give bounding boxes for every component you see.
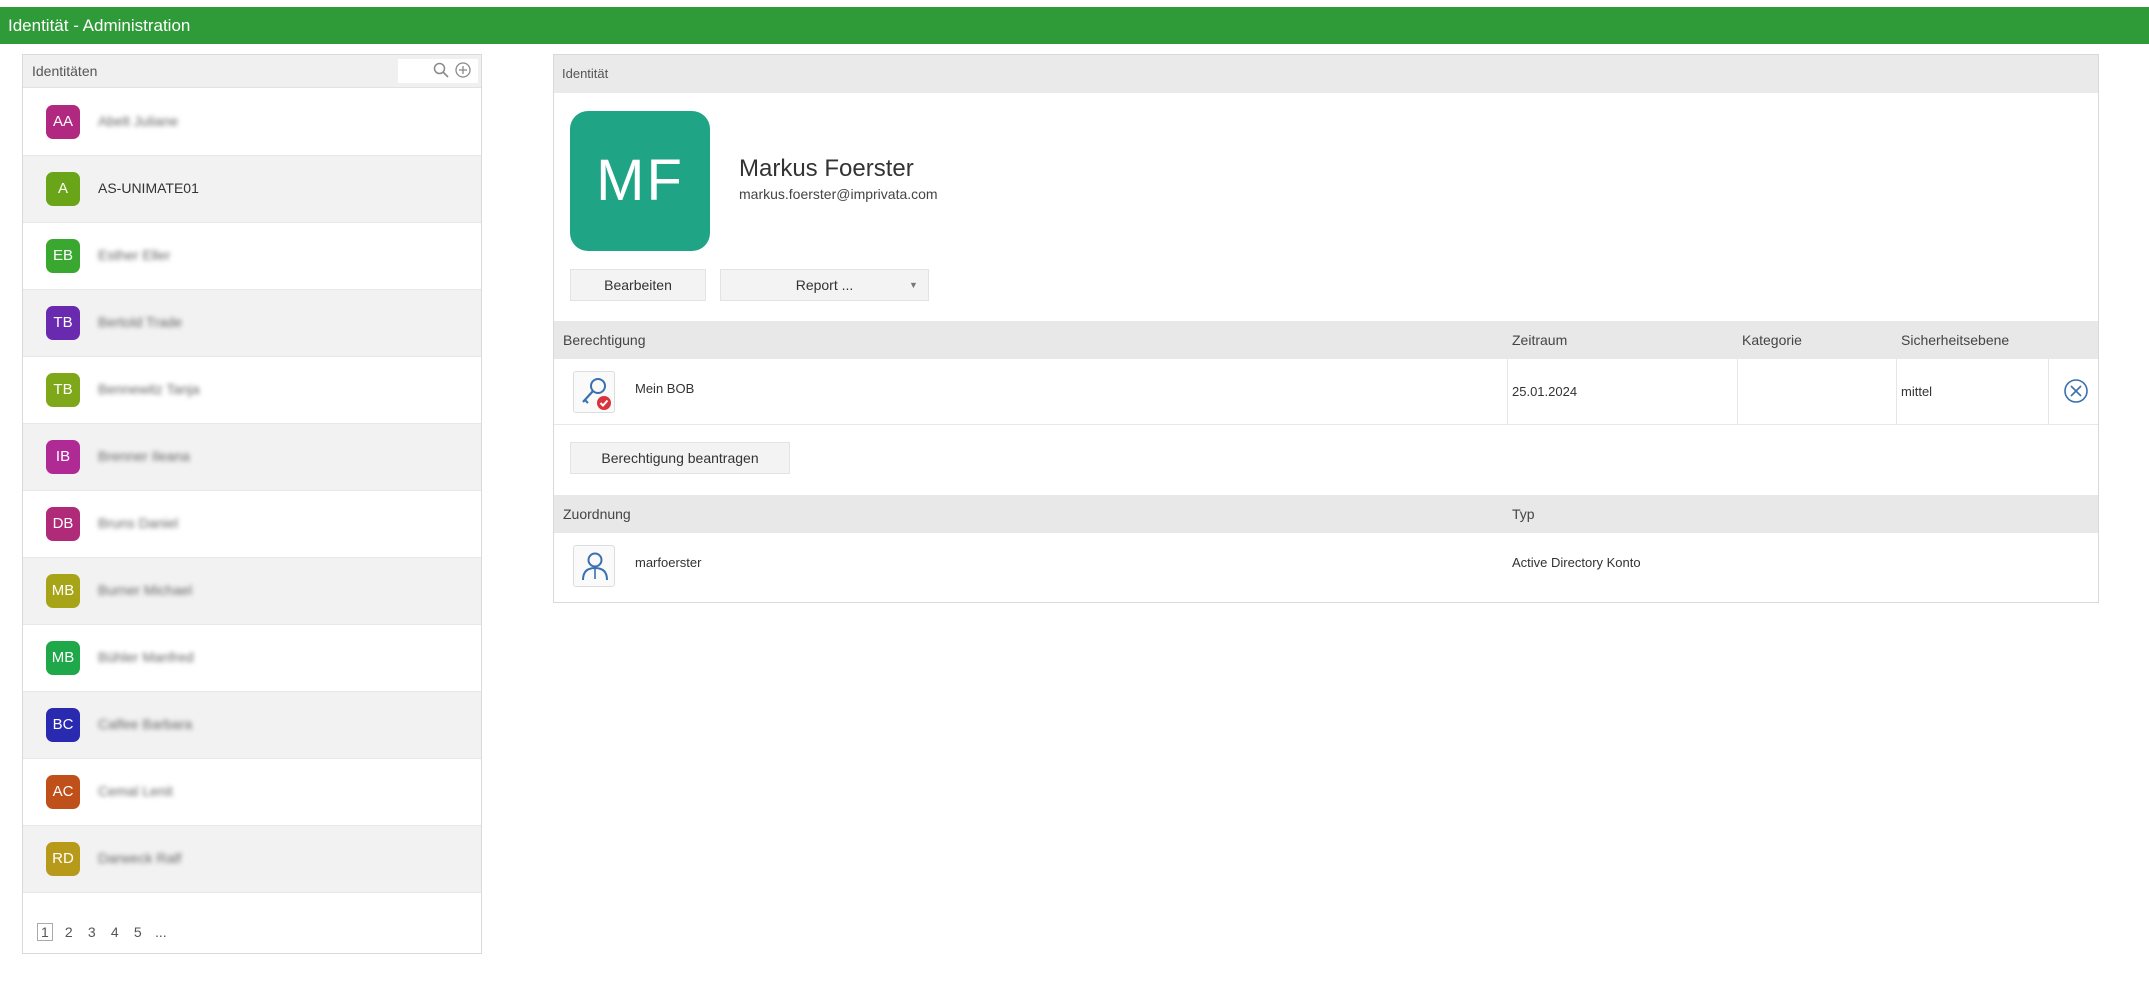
col-period: Zeitraum — [1512, 332, 1568, 348]
identity-list-name: Esther Eller — [98, 247, 171, 263]
avatar: AC — [46, 775, 80, 809]
identity-list-name: Darweck Ralf — [98, 850, 182, 866]
permission-name: Mein BOB — [635, 381, 695, 396]
identity-list-name: Bühler Manfred — [98, 649, 194, 665]
assignments-header: Zuordnung Typ — [554, 495, 2098, 533]
report-dropdown[interactable]: Report ... ▼ — [720, 269, 929, 301]
identity-list-name: Cemal Lenit — [98, 783, 173, 799]
table-row[interactable]: Mein BOB 25.01.2024 mittel — [554, 359, 2098, 425]
assignment-type: Active Directory Konto — [1512, 555, 1641, 570]
edit-button[interactable]: Bearbeiten — [570, 269, 706, 301]
identities-list: AA Abelt Juliane A AS-UNIMATE01 EB Esther Ell… — [23, 89, 481, 893]
list-item[interactable]: DB Bruns Daniel — [23, 491, 481, 558]
avatar: RD — [46, 842, 80, 876]
identity-list-name: Burner Michael — [98, 582, 193, 598]
page-link[interactable]: ... — [154, 924, 168, 940]
identity-list-name: Brenner Ileana — [98, 448, 190, 464]
list-item[interactable]: AA Abelt Juliane — [23, 89, 481, 156]
avatar: MB — [46, 641, 80, 675]
list-item[interactable]: MB Burner Michael — [23, 558, 481, 625]
identity-name: Markus Foerster — [739, 155, 914, 182]
table-row[interactable]: marfoerster Active Directory Konto — [554, 533, 2098, 599]
identity-list-name: Abelt Juliane — [98, 113, 179, 129]
identity-list-name: Bruns Daniel — [98, 515, 179, 531]
avatar: IB — [46, 440, 80, 474]
permission-level: mittel — [1901, 384, 1933, 399]
avatar: DB — [46, 507, 80, 541]
identity-list-name: Bertold Trade — [98, 314, 183, 330]
chevron-down-icon: ▼ — [909, 280, 918, 290]
col-category: Kategorie — [1742, 332, 1802, 348]
assignment-name: marfoerster — [635, 555, 702, 570]
avatar: BC — [46, 708, 80, 742]
identity-panel: Identität MF Markus Foerster markus.foer… — [553, 54, 2099, 603]
identities-panel: Identitäten AA Abelt Juliane A AS-UNIMATE01… — [22, 54, 482, 954]
col-security-level: Sicherheitsebene — [1901, 332, 2010, 348]
list-item[interactable]: BC Calfee Barbara — [23, 692, 481, 759]
col-assignment: Zuordnung — [563, 506, 631, 522]
add-circle-icon[interactable] — [454, 61, 472, 79]
page-link[interactable]: 1 — [37, 923, 53, 941]
col-permission: Berechtigung — [563, 332, 646, 348]
remove-icon[interactable] — [2062, 377, 2090, 405]
identity-list-name: Calfee Barbara — [98, 716, 193, 732]
identity-list-name: Bennewitz Tanja — [98, 381, 200, 397]
window-title: Identität - Administration — [0, 7, 2149, 44]
permission-period: 25.01.2024 — [1512, 384, 1578, 399]
list-item[interactable]: EB Esther Eller — [23, 223, 481, 290]
search-icon[interactable] — [432, 61, 450, 79]
identities-title: Identitäten — [32, 63, 98, 79]
list-item[interactable]: MB Bühler Manfred — [23, 625, 481, 692]
permissions-header: Berechtigung Zeitraum Kategorie Sicherhe… — [554, 321, 2098, 359]
column-divider — [1737, 359, 1738, 425]
avatar: MF — [570, 111, 710, 251]
col-type: Typ — [1512, 506, 1535, 522]
column-divider — [1507, 359, 1508, 425]
list-item[interactable]: A AS-UNIMATE01 — [23, 156, 481, 223]
list-item[interactable]: RD Darweck Ralf — [23, 826, 481, 893]
avatar: AA — [46, 105, 80, 139]
column-divider — [2048, 359, 2049, 425]
identity-header: Identität — [554, 55, 2098, 93]
list-item[interactable]: TB Bennewitz Tanja — [23, 357, 481, 424]
avatar: TB — [46, 306, 80, 340]
request-permission-button[interactable]: Berechtigung beantragen — [570, 442, 790, 474]
pagination: 1 2 3 4 5... — [37, 923, 177, 941]
identity-list-name: AS-UNIMATE01 — [98, 180, 199, 196]
page-link[interactable]: 4 — [108, 924, 122, 940]
user-account-icon — [573, 545, 615, 587]
avatar: MB — [46, 574, 80, 608]
avatar: EB — [46, 239, 80, 273]
list-item[interactable]: TB Bertold Trade — [23, 290, 481, 357]
key-check-icon — [573, 371, 615, 413]
avatar: TB — [46, 373, 80, 407]
report-label: Report ... — [795, 277, 854, 293]
list-item[interactable]: IB Brenner Ileana — [23, 424, 481, 491]
identities-header: Identitäten — [23, 55, 481, 88]
page-link[interactable]: 3 — [85, 924, 99, 940]
page-link[interactable]: 5 — [131, 924, 145, 940]
page-link[interactable]: 2 — [62, 924, 76, 940]
avatar: A — [46, 172, 80, 206]
identity-email: markus.foerster@imprivata.com — [739, 186, 938, 202]
list-item[interactable]: AC Cemal Lenit — [23, 759, 481, 826]
column-divider — [1896, 359, 1897, 425]
